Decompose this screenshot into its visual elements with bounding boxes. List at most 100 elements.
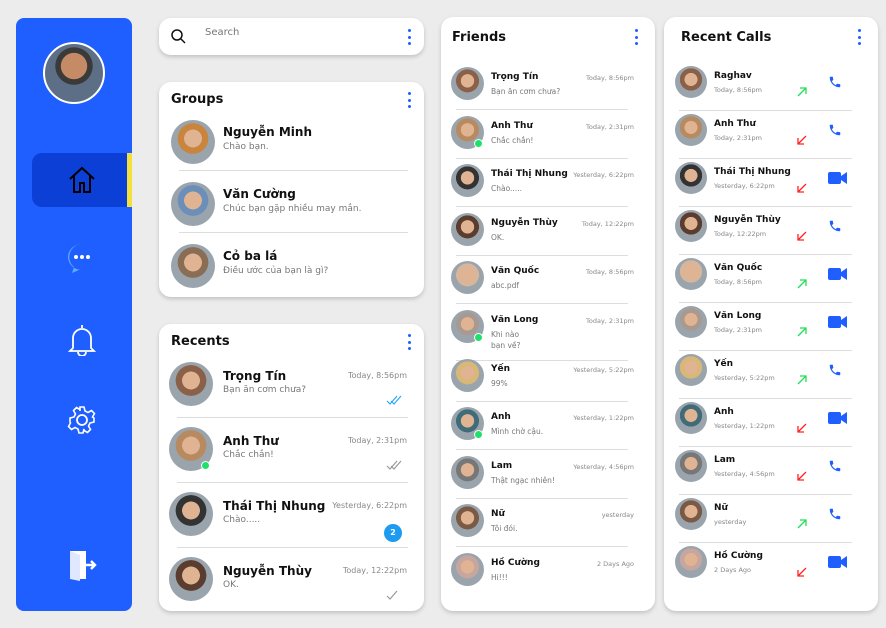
call-item[interactable]: Lam Yesterday, 4:56pm: [664, 449, 878, 497]
nav-settings[interactable]: [32, 393, 132, 447]
voice-call-button[interactable]: [828, 458, 842, 477]
search-bar: [159, 18, 424, 55]
call-name: Nguyễn Thùy: [714, 215, 781, 225]
nav-messages[interactable]: [32, 231, 132, 285]
sidebar: [16, 18, 132, 611]
phone-icon: [829, 124, 841, 136]
friend-item[interactable]: Nữ Tôi đói. yesterday: [441, 502, 655, 550]
friend-message: Mình chờ cậu.: [491, 427, 544, 437]
video-call-button[interactable]: [828, 266, 848, 285]
recent-item[interactable]: Trọng Tín Bạn ăn cơm chưa? Today, 8:56pm: [159, 360, 424, 424]
home-icon: [69, 166, 95, 193]
call-item[interactable]: Anh Yesterday, 1:22pm: [664, 401, 878, 449]
call-item[interactable]: Hồ Cường 2 Days Ago: [664, 545, 878, 593]
friends-card: Friends Trọng Tín Bạn ăn cơm chưa? Today, …: [441, 17, 655, 611]
recent-time: Today, 8:56pm: [347, 371, 407, 380]
friend-message: Tôi đói.: [491, 524, 518, 534]
video-call-button[interactable]: [828, 314, 848, 333]
call-name: Raghav: [714, 71, 752, 81]
friend-time: Today, 2:31pm: [586, 317, 634, 325]
voice-call-button[interactable]: [828, 74, 842, 93]
voice-call-button[interactable]: [828, 122, 842, 141]
friend-item[interactable]: Anh Thư Chắc chắn! Today, 2:31pm: [441, 114, 655, 162]
group-item[interactable]: Nguyễn Minh Chào bạn.: [159, 118, 424, 178]
avatar: [675, 546, 707, 578]
call-item[interactable]: Văn Quốc Today, 8:56pm: [664, 257, 878, 305]
call-name: Yến: [714, 359, 734, 369]
voice-call-button[interactable]: [828, 506, 842, 525]
phone-icon: [829, 460, 841, 472]
friend-name: Thái Thị Nhung: [491, 169, 568, 180]
friend-item[interactable]: Nguyễn Thùy OK. Today, 12:22pm: [441, 211, 655, 259]
call-item[interactable]: Raghav Today, 8:56pm: [664, 65, 878, 113]
call-name: Văn Quốc: [714, 263, 763, 273]
divider: [456, 497, 628, 499]
call-item[interactable]: Văn Long Today, 2:31pm: [664, 305, 878, 353]
call-item[interactable]: Anh Thư Today, 2:31pm: [664, 113, 878, 161]
friend-name: Anh: [491, 412, 511, 423]
divider: [456, 206, 628, 208]
recent-item[interactable]: Nguyễn Thùy OK. Today, 12:22pm: [159, 555, 424, 619]
video-icon: [828, 172, 847, 184]
call-time: Today, 8:56pm: [714, 86, 762, 94]
divider: [679, 542, 852, 543]
friend-message: Khi nào bạn về?: [491, 330, 521, 350]
friend-message: Chào.....: [491, 184, 522, 194]
search-input[interactable]: [205, 27, 385, 38]
recent-item[interactable]: Thái Thị Nhung Chào..... Yesterday, 6:22pm…: [159, 490, 424, 554]
call-time: yesterday: [714, 518, 747, 526]
video-call-button[interactable]: [828, 554, 848, 573]
recent-message: Chắc chắn!: [223, 450, 274, 460]
divider: [679, 110, 852, 111]
call-item[interactable]: Yến Yesterday, 5:22pm: [664, 353, 878, 401]
avatar: [451, 164, 484, 198]
logout-button[interactable]: [32, 538, 132, 592]
groups-more-button[interactable]: [404, 92, 414, 108]
friend-name: Anh Thư: [491, 120, 533, 131]
call-name: Nữ: [714, 503, 728, 513]
divider: [679, 158, 852, 159]
recent-item[interactable]: Anh Thư Chắc chắn! Today, 2:31pm: [159, 425, 424, 489]
friend-item[interactable]: Thái Thị Nhung Chào..... Yesterday, 6:22pm: [441, 162, 655, 210]
recents-card: Recents Trọng Tín Bạn ăn cơm chưa? Today, …: [159, 324, 424, 611]
friend-item[interactable]: Lam Thật ngạc nhiên! Yesterday, 4:56pm: [441, 454, 655, 502]
friend-item[interactable]: Văn Long Khi nào bạn về? Today, 2:31pm: [441, 308, 655, 361]
call-name: Anh Thư: [714, 119, 756, 129]
group-message: Điều ước của bạn là gì?: [223, 266, 329, 276]
friend-item[interactable]: Anh Mình chờ cậu. Yesterday, 1:22pm: [441, 405, 655, 453]
friend-item[interactable]: Văn Quốc abc.pdf Today, 8:56pm: [441, 259, 655, 307]
avatar: [451, 212, 484, 246]
video-icon: [828, 412, 847, 424]
divider: [679, 302, 852, 303]
calls-more-button[interactable]: [854, 29, 864, 45]
call-item[interactable]: Nguyễn Thùy Today, 12:22pm: [664, 209, 878, 257]
nav-home[interactable]: [32, 153, 132, 207]
profile-avatar[interactable]: [43, 42, 105, 104]
friend-time: Yesterday, 6:22pm: [573, 171, 634, 180]
friend-item[interactable]: Trọng Tín Bạn ăn cơm chưa? Today, 8:56pm: [441, 65, 655, 113]
group-item[interactable]: Văn Cường Chúc bạn gặp nhiều may mắn.: [159, 180, 424, 240]
gear-icon: [67, 406, 96, 434]
avatar: [451, 455, 484, 489]
call-time: Yesterday, 5:22pm: [714, 374, 775, 382]
friends-more-button[interactable]: [631, 29, 641, 45]
friend-item[interactable]: Yến 99% Yesterday, 5:22pm: [441, 357, 655, 405]
divider: [679, 494, 852, 495]
call-item[interactable]: Nữ yesterday: [664, 497, 878, 545]
call-name: Anh: [714, 407, 734, 417]
recents-more-button[interactable]: [404, 334, 414, 350]
video-call-button[interactable]: [828, 410, 848, 429]
missed-arrow-icon: [797, 130, 807, 149]
recent-calls-card: Recent Calls Raghav Today, 8:56pm Anh Thư T…: [664, 17, 878, 611]
friend-item[interactable]: Hồ Cường Hi!!! 2 Days Ago: [441, 551, 655, 599]
voice-call-button[interactable]: [828, 218, 842, 237]
voice-call-button[interactable]: [828, 362, 842, 381]
group-item[interactable]: Cỏ ba lá Điều ước của bạn là gì?: [159, 242, 424, 302]
search-more-button[interactable]: [404, 29, 414, 45]
divider: [179, 170, 408, 171]
nav-notifications[interactable]: [32, 312, 132, 366]
divider: [456, 109, 628, 110]
video-call-button[interactable]: [828, 170, 848, 189]
recent-time: Today, 12:22pm: [342, 566, 407, 575]
call-item[interactable]: Thái Thị Nhung Yesterday, 6:22pm: [664, 161, 878, 209]
